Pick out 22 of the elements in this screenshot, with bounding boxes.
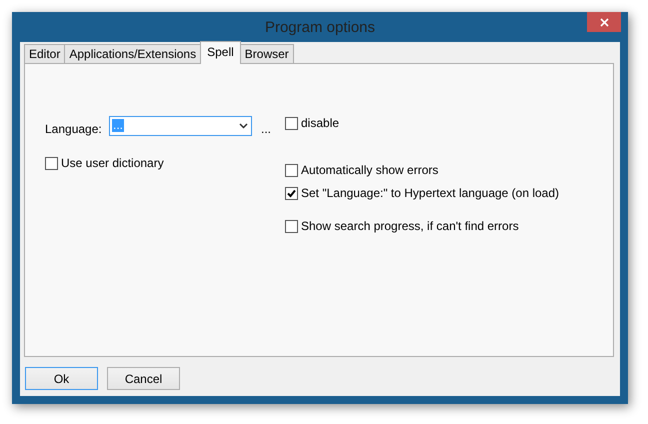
- tab[interactable]: Browser: [240, 44, 294, 63]
- checkbox-label: Use user dictionary: [61, 156, 164, 170]
- tab[interactable]: Applications/Extensions: [64, 44, 202, 63]
- checkbox-label: Set "Language:" to Hypertext language (on load): [301, 186, 560, 200]
- window-title: Program options: [264, 18, 376, 36]
- language-label: Language:: [45, 121, 103, 136]
- checkbox[interactable]: [285, 220, 298, 232]
- chevron-icon: [239, 123, 248, 129]
- tab[interactable]: Editor: [24, 44, 66, 63]
- checkbox[interactable]: [45, 156, 58, 170]
- close-button[interactable]: [587, 12, 621, 32]
- checkbox[interactable]: [285, 116, 298, 130]
- more-link[interactable]: ...: [261, 116, 272, 136]
- checkbox[interactable]: [285, 186, 298, 200]
- dialog-button[interactable]: Cancel: [107, 367, 180, 390]
- checkbox[interactable]: [285, 164, 298, 176]
- close-icon: [600, 18, 608, 26]
- checkbox-label: Automatically show errors: [301, 163, 438, 177]
- tab[interactable]: Spell: [200, 41, 241, 64]
- checkbox-label: Show search progress, if can't find errors: [301, 219, 519, 233]
- dialog-button[interactable]: Ok: [25, 367, 98, 390]
- checkbox-label: disable: [301, 116, 340, 130]
